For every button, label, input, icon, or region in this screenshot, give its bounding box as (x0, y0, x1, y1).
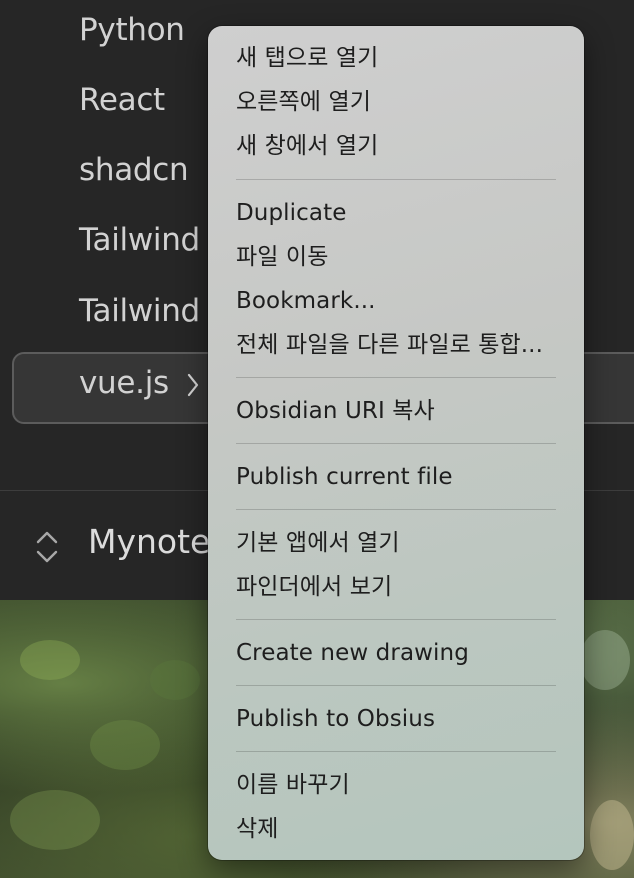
menu-rename[interactable]: 이름 바꾸기 (236, 765, 350, 805)
menu-merge-file[interactable]: 전체 파일을 다른 파일로 통합... (236, 325, 543, 365)
menu-separator (236, 619, 556, 620)
up-down-chevron-icon[interactable] (33, 527, 61, 567)
menu-bookmark[interactable]: Bookmark... (236, 281, 376, 321)
menu-separator (236, 685, 556, 686)
menu-separator (236, 377, 556, 378)
menu-create-new-drawing[interactable]: Create new drawing (236, 633, 469, 673)
menu-open-default-app[interactable]: 기본 앱에서 열기 (236, 523, 400, 563)
menu-reveal-in-finder[interactable]: 파인더에서 보기 (236, 567, 392, 607)
sidebar-item-react[interactable]: React (79, 82, 165, 118)
sidebar-item-tailwind-2[interactable]: Tailwind (79, 293, 200, 329)
sidebar-item-tailwind[interactable]: Tailwind (79, 222, 200, 258)
menu-copy-obsidian-uri[interactable]: Obsidian URI 복사 (236, 391, 435, 431)
sidebar-item-shadcn[interactable]: shadcn (79, 152, 189, 188)
menu-move-file[interactable]: 파일 이동 (236, 237, 328, 277)
menu-open-new-window[interactable]: 새 창에서 열기 (236, 126, 378, 166)
menu-separator (236, 443, 556, 444)
file-context-menu: 새 탭으로 열기 오른쪽에 열기 새 창에서 열기 Duplicate 파일 이… (208, 26, 584, 860)
menu-separator (236, 179, 556, 180)
menu-separator (236, 751, 556, 752)
menu-duplicate[interactable]: Duplicate (236, 193, 346, 233)
menu-publish-to-obsius[interactable]: Publish to Obsius (236, 699, 435, 739)
menu-separator (236, 509, 556, 510)
menu-publish-current-file[interactable]: Publish current file (236, 457, 453, 497)
menu-open-new-tab[interactable]: 새 탭으로 열기 (236, 38, 378, 78)
chevron-right-icon (187, 373, 199, 397)
menu-open-right[interactable]: 오른쪽에 열기 (236, 82, 371, 122)
menu-delete[interactable]: 삭제 (236, 809, 279, 849)
sidebar-item-python[interactable]: Python (79, 12, 185, 48)
sidebar-item-vue-label: vue.js (79, 365, 169, 401)
vault-name[interactable]: Mynote (88, 522, 210, 561)
screen: Python React shadcn Tailwind Tailwind vu… (0, 0, 634, 878)
